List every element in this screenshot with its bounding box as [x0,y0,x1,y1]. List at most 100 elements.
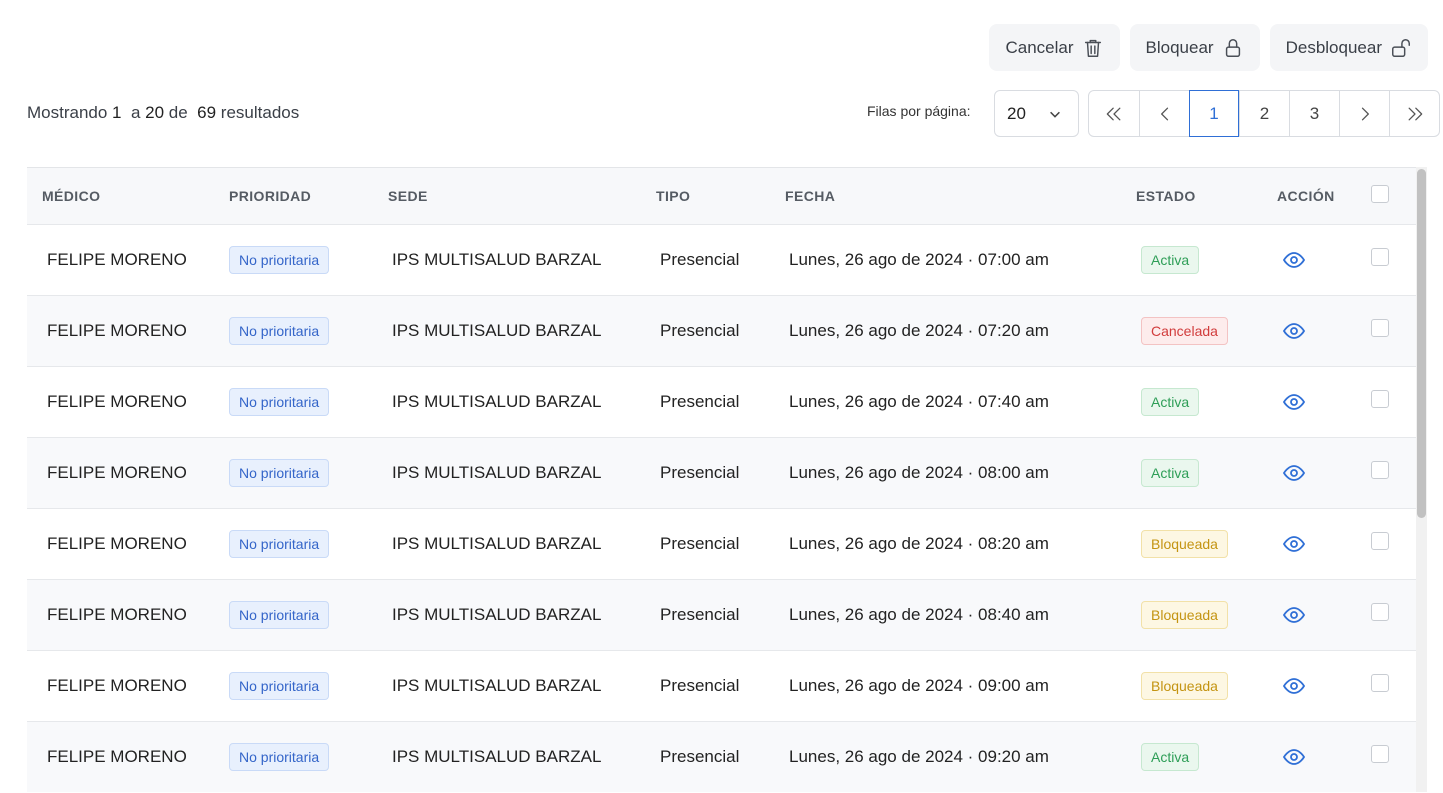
cell-tipo: Presencial [660,604,740,624]
first-page-button[interactable] [1089,91,1139,136]
page-button-1[interactable]: 1 [1189,90,1239,137]
header-prioridad[interactable]: PRIORIDAD [229,168,388,224]
summary-of-word: de [164,103,198,122]
cell-estado: Bloqueada [1136,508,1277,579]
cell-medico: FELIPE MORENO [47,746,187,766]
row-checkbox[interactable] [1371,532,1389,550]
cell-accion [1277,508,1371,579]
table-row: FELIPE MORENO No prioritaria IPS MULTISALU… [27,579,1416,650]
status-badge: Activa [1141,742,1200,771]
cell-accion [1277,366,1371,437]
rows-per-page-value: 20 [1007,103,1026,123]
scrollbar-thumb[interactable] [1417,169,1426,518]
cell-select [1371,295,1416,366]
row-checkbox[interactable] [1371,390,1389,408]
header-tipo[interactable]: TIPO [656,168,785,224]
view-button[interactable] [1282,249,1306,268]
cell-accion [1277,295,1371,366]
cell-fecha: Lunes, 26 ago de 2024 · 07:00 am [789,249,1049,269]
cell-fecha: Lunes, 26 ago de 2024 · 08:00 am [789,462,1049,482]
status-badge: Activa [1141,387,1200,416]
cell-prioridad: No prioritaria [229,508,388,579]
cell-sede: IPS MULTISALUD BARZAL [392,675,602,695]
cell-tipo: Presencial [660,746,740,766]
eye-icon [1282,464,1306,481]
table-row: FELIPE MORENO No prioritaria IPS MULTISALU… [27,508,1416,579]
priority-badge: No prioritaria [229,671,330,700]
cell-estado: Activa [1136,366,1277,437]
priority-badge: No prioritaria [229,529,330,558]
cell-estado: Activa [1136,721,1277,792]
cell-sede: IPS MULTISALUD BARZAL [392,320,602,340]
cell-accion [1277,437,1371,508]
summary-prefix: Mostrando [27,103,113,122]
cell-tipo: Presencial [660,462,740,482]
cell-medico: FELIPE MORENO [47,249,187,269]
cell-fecha: Lunes, 26 ago de 2024 · 08:20 am [789,533,1049,553]
cell-accion [1277,721,1371,792]
cell-tipo: Presencial [660,533,740,553]
select-all-checkbox[interactable] [1371,185,1389,204]
status-badge: Activa [1141,245,1200,274]
cell-select [1371,650,1416,721]
unlock-icon [1392,38,1410,57]
next-page-button[interactable] [1339,91,1389,136]
cell-estado: Bloqueada [1136,650,1277,721]
header-fecha[interactable]: FECHA [785,168,1136,224]
cell-tipo: Presencial [660,249,740,269]
row-checkbox[interactable] [1371,674,1389,692]
table-header-row: MÉDICO PRIORIDAD SEDE TIPO FECHA ESTADO … [27,168,1416,224]
table-row: FELIPE MORENO No prioritaria IPS MULTISALU… [27,366,1416,437]
cell-medico: FELIPE MORENO [47,391,187,411]
header-estado[interactable]: ESTADO [1136,168,1277,224]
view-button[interactable] [1282,320,1306,339]
cell-estado: Activa [1136,437,1277,508]
chevron-down-icon [1050,111,1060,118]
block-button[interactable]: Bloquear [1129,24,1260,71]
cell-fecha: Lunes, 26 ago de 2024 · 09:00 am [789,675,1049,695]
row-checkbox[interactable] [1371,248,1389,266]
view-button[interactable] [1282,391,1306,410]
last-page-button[interactable] [1389,91,1439,136]
eye-icon [1282,251,1306,268]
block-button-label: Bloquear [1145,37,1214,57]
view-button[interactable] [1282,533,1306,552]
unblock-button[interactable]: Desbloquear [1269,24,1428,71]
cell-select [1371,366,1416,437]
row-checkbox[interactable] [1371,745,1389,764]
summary-from: 1 [112,103,122,122]
cell-medico: FELIPE MORENO [47,675,187,695]
status-badge: Cancelada [1141,316,1228,345]
table-row: FELIPE MORENO No prioritaria IPS MULTISALU… [27,295,1416,366]
double-chevron-left-icon [1106,107,1121,120]
view-button[interactable] [1282,462,1306,481]
view-button[interactable] [1282,675,1306,694]
view-button[interactable] [1282,604,1306,623]
eye-icon [1282,322,1306,339]
cell-prioridad: No prioritaria [229,721,388,792]
row-checkbox[interactable] [1371,461,1389,479]
cell-sede: IPS MULTISALUD BARZAL [392,604,602,624]
cancel-button[interactable]: Cancelar [989,24,1120,71]
page-button-2[interactable]: 2 [1239,91,1289,136]
header-medico[interactable]: MÉDICO [27,168,229,224]
prev-page-button[interactable] [1139,91,1189,136]
cell-sede: IPS MULTISALUD BARZAL [392,533,602,553]
cell-select [1371,224,1416,295]
eye-icon [1282,748,1306,765]
cell-accion [1277,224,1371,295]
cell-prioridad: No prioritaria [229,437,388,508]
cell-select [1371,437,1416,508]
priority-badge: No prioritaria [229,387,330,416]
row-checkbox[interactable] [1371,603,1389,621]
page-button-3[interactable]: 3 [1289,91,1339,136]
pagination: 1 2 3 [1088,90,1440,137]
priority-badge: No prioritaria [229,316,330,345]
row-checkbox[interactable] [1371,319,1389,337]
priority-badge: No prioritaria [229,600,330,629]
rows-per-page-select[interactable]: 20 [994,90,1079,137]
cell-sede: IPS MULTISALUD BARZAL [392,391,602,411]
cell-estado: Activa [1136,224,1277,295]
view-button[interactable] [1282,746,1306,765]
header-sede[interactable]: SEDE [388,168,656,224]
